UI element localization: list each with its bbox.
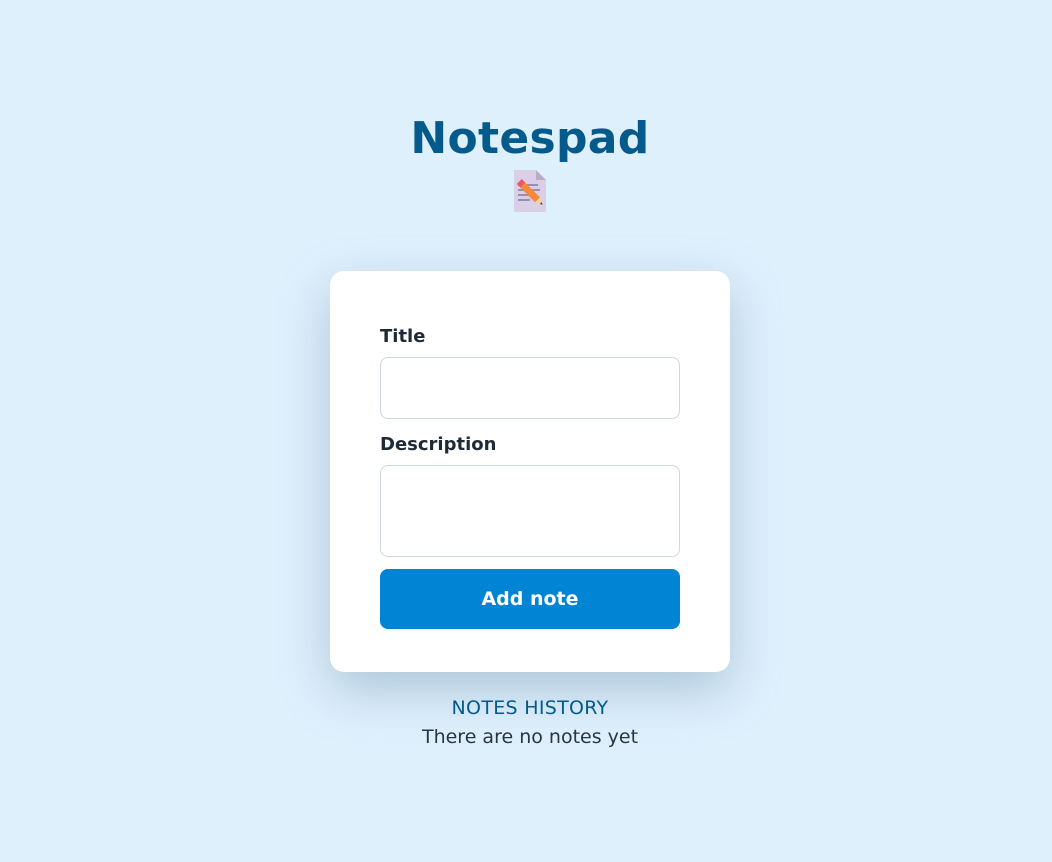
- app-header: Notespad: [0, 112, 1052, 214]
- title-label: Title: [380, 326, 426, 347]
- app-title: Notespad: [410, 113, 650, 164]
- notespad-page: Notespad Title Description Add note NOTE…: [0, 0, 1052, 862]
- memo-pencil-icon: [510, 168, 550, 214]
- title-input[interactable]: [380, 357, 680, 419]
- description-label: Description: [380, 434, 497, 455]
- notes-history-heading: NOTES HISTORY: [451, 697, 609, 719]
- note-form-card: Title Description Add note: [330, 271, 730, 672]
- notes-empty-message: There are no notes yet: [421, 726, 639, 748]
- add-note-button[interactable]: Add note: [380, 569, 680, 629]
- description-input[interactable]: [380, 465, 680, 557]
- notes-history: NOTES HISTORY There are no notes yet: [330, 696, 730, 750]
